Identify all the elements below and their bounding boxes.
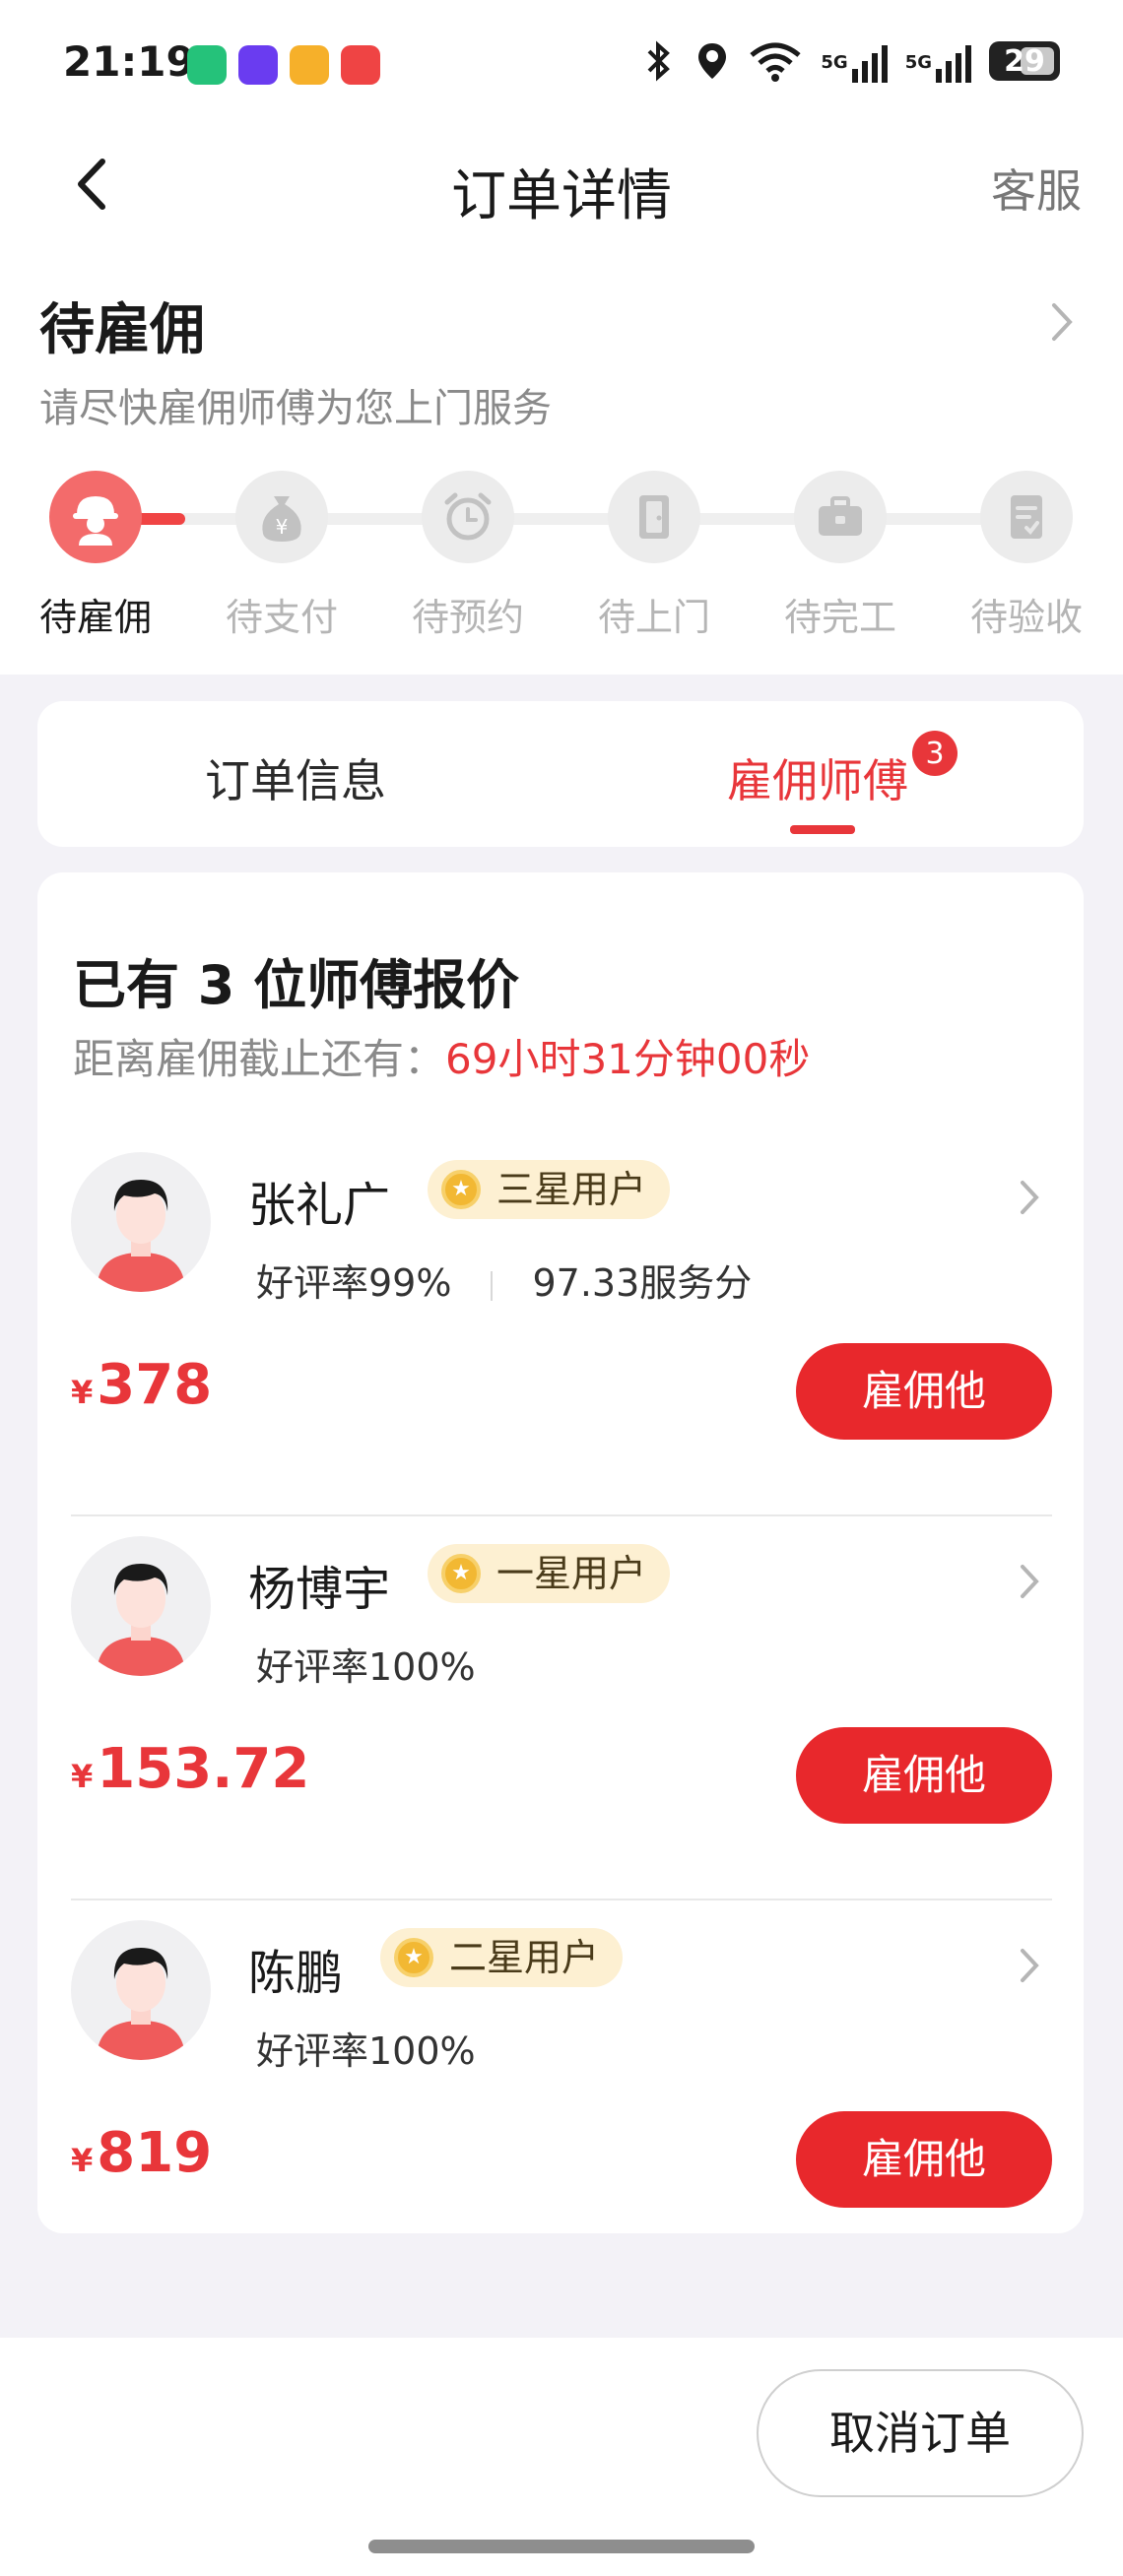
notification-app-icon (187, 45, 227, 85)
status-time: 21:19 (63, 37, 195, 86)
nav-header: 订单详情 客服 (0, 128, 1123, 246)
worker-name: 张礼广 (248, 1178, 391, 1233)
step-label: 待雇佣 (38, 596, 152, 639)
worker-icon (49, 471, 142, 563)
step-label: 待支付 (225, 596, 338, 639)
worker-level: 三星用户 (496, 1168, 647, 1211)
page-title: 订单详情 (451, 164, 672, 228)
hire-button[interactable]: 雇佣他 (796, 2111, 1052, 2208)
bluetooth-icon (647, 40, 671, 82)
worker-name: 杨博宇 (248, 1562, 391, 1617)
worker-stats: 好评率99% 97.33服务分 (256, 1253, 752, 1307)
wifi-icon (750, 42, 801, 82)
worker-level: 一星用户 (496, 1552, 647, 1595)
step-label: 待完工 (783, 596, 896, 639)
worker-rating: 好评率99% (256, 1261, 452, 1305)
money-bag-icon: ¥ (235, 471, 328, 563)
quotes-card: 已有 3 位师傅报价 距离雇佣截止还有：69小时31分钟00秒 张礼广 三星用户… (37, 872, 1084, 2233)
quotes-title: 已有 3 位师傅报价 (73, 954, 520, 1016)
notification-app-icon (341, 45, 380, 85)
star-coin-icon (441, 1170, 481, 1209)
currency-symbol: ¥ (71, 1758, 94, 1795)
step-pending-hire: 待雇佣 (2, 471, 189, 641)
currency-symbol: ¥ (71, 1374, 94, 1411)
alarm-clock-icon (422, 471, 514, 563)
chevron-right-icon[interactable] (1013, 1944, 1046, 1987)
worker-stats: 好评率100% (256, 2021, 476, 2075)
avatar[interactable] (71, 1536, 211, 1676)
avatar[interactable] (71, 1152, 211, 1292)
hire-button[interactable]: 雇佣他 (796, 1343, 1052, 1440)
order-status-subtitle: 请尽快雇佣师傅为您上门服务 (39, 386, 552, 431)
hire-deadline: 距离雇佣截止还有：69小时31分钟00秒 (73, 1026, 810, 1086)
quote-count-badge: 3 (912, 731, 958, 776)
currency-symbol: ¥ (71, 2142, 94, 2179)
worker-rating: 好评率100% (256, 1645, 476, 1689)
worker-item[interactable]: 陈鹏 二星用户 好评率100% ¥819 雇佣他 (37, 1900, 1084, 2285)
location-icon (698, 43, 727, 79)
chevron-right-icon[interactable] (1013, 1560, 1046, 1603)
worker-level: 二星用户 (449, 1936, 600, 1979)
tab-order-info[interactable]: 订单信息 (205, 745, 386, 810)
worker-price: ¥153.72 (71, 1737, 309, 1801)
worker-item[interactable]: 杨博宇 一星用户 好评率100% ¥153.72 雇佣他 (37, 1516, 1084, 1900)
chevron-right-icon (1052, 303, 1073, 341)
progress-steps: 待雇佣 ¥ 待支付 待预约 待上门 待完工 待验收 (0, 471, 1123, 648)
worker-level-badge: 一星用户 (428, 1544, 671, 1603)
worker-level-badge: 二星用户 (380, 1928, 624, 1987)
customer-service-link[interactable]: 客服 (991, 156, 1082, 221)
worker-level-badge: 三星用户 (428, 1160, 671, 1219)
deadline-countdown: 69小时31分钟00秒 (445, 1035, 811, 1083)
star-coin-icon (441, 1554, 481, 1593)
hire-button[interactable]: 雇佣他 (796, 1727, 1052, 1824)
svg-text:¥: ¥ (276, 515, 289, 539)
worker-item[interactable]: 张礼广 三星用户 好评率99% 97.33服务分 ¥378 雇佣他 (37, 1132, 1084, 1516)
deadline-label: 距离雇佣截止还有： (73, 1035, 446, 1083)
worker-price: ¥819 (71, 2121, 212, 2185)
network-type-2: 5G (904, 52, 932, 73)
battery-level: 29 (1004, 43, 1045, 79)
chevron-right-icon[interactable] (1013, 1176, 1046, 1219)
price-value: 819 (97, 2121, 213, 2185)
order-status-title: 待雇佣 (39, 298, 205, 362)
signal-icon: 5G (821, 39, 888, 83)
worker-price: ¥378 (71, 1353, 212, 1417)
step-label: 待上门 (597, 596, 710, 639)
network-type-1: 5G (821, 52, 848, 73)
toolbox-icon (794, 471, 887, 563)
avatar[interactable] (71, 1920, 211, 2060)
detail-tabs: 订单信息 雇佣师傅 3 (37, 701, 1084, 847)
cancel-order-button[interactable]: 取消订单 (757, 2369, 1084, 2497)
star-coin-icon (394, 1938, 433, 1977)
notification-app-icon (238, 45, 278, 85)
home-indicator[interactable] (368, 2540, 755, 2553)
bottom-action-bar: 取消订单 (0, 2338, 1123, 2576)
order-status-section[interactable]: 待雇佣 请尽快雇佣师傅为您上门服务 待雇佣 ¥ 待支付 待预约 待上门 待完工 … (0, 246, 1123, 675)
checklist-icon (980, 471, 1073, 563)
tab-hire-master[interactable]: 雇佣师傅 (727, 745, 908, 810)
step-label: 待验收 (969, 596, 1083, 639)
worker-score: 97.33服务分 (532, 1261, 753, 1305)
door-icon (608, 471, 700, 563)
signal-icon: 5G (905, 39, 971, 83)
step-label: 待预约 (411, 596, 524, 639)
price-value: 153.72 (97, 1737, 310, 1801)
worker-stats: 好评率100% (256, 1637, 476, 1691)
active-tab-indicator (790, 825, 855, 834)
step-pending-payment: ¥ 待支付 (188, 471, 375, 641)
step-pending-acceptance: 待验收 (933, 471, 1120, 641)
price-value: 378 (97, 1353, 213, 1417)
worker-rating: 好评率100% (256, 2029, 476, 2073)
step-pending-appointment: 待预约 (374, 471, 562, 641)
stat-separator (491, 1270, 494, 1301)
step-pending-visit: 待上门 (561, 471, 748, 641)
step-pending-completion: 待完工 (747, 471, 934, 641)
worker-name: 陈鹏 (248, 1946, 344, 2001)
battery-icon: 29 (989, 41, 1060, 81)
notification-app-icon (290, 45, 329, 85)
status-bar: 21:19 5G 5G 29 (0, 0, 1123, 128)
